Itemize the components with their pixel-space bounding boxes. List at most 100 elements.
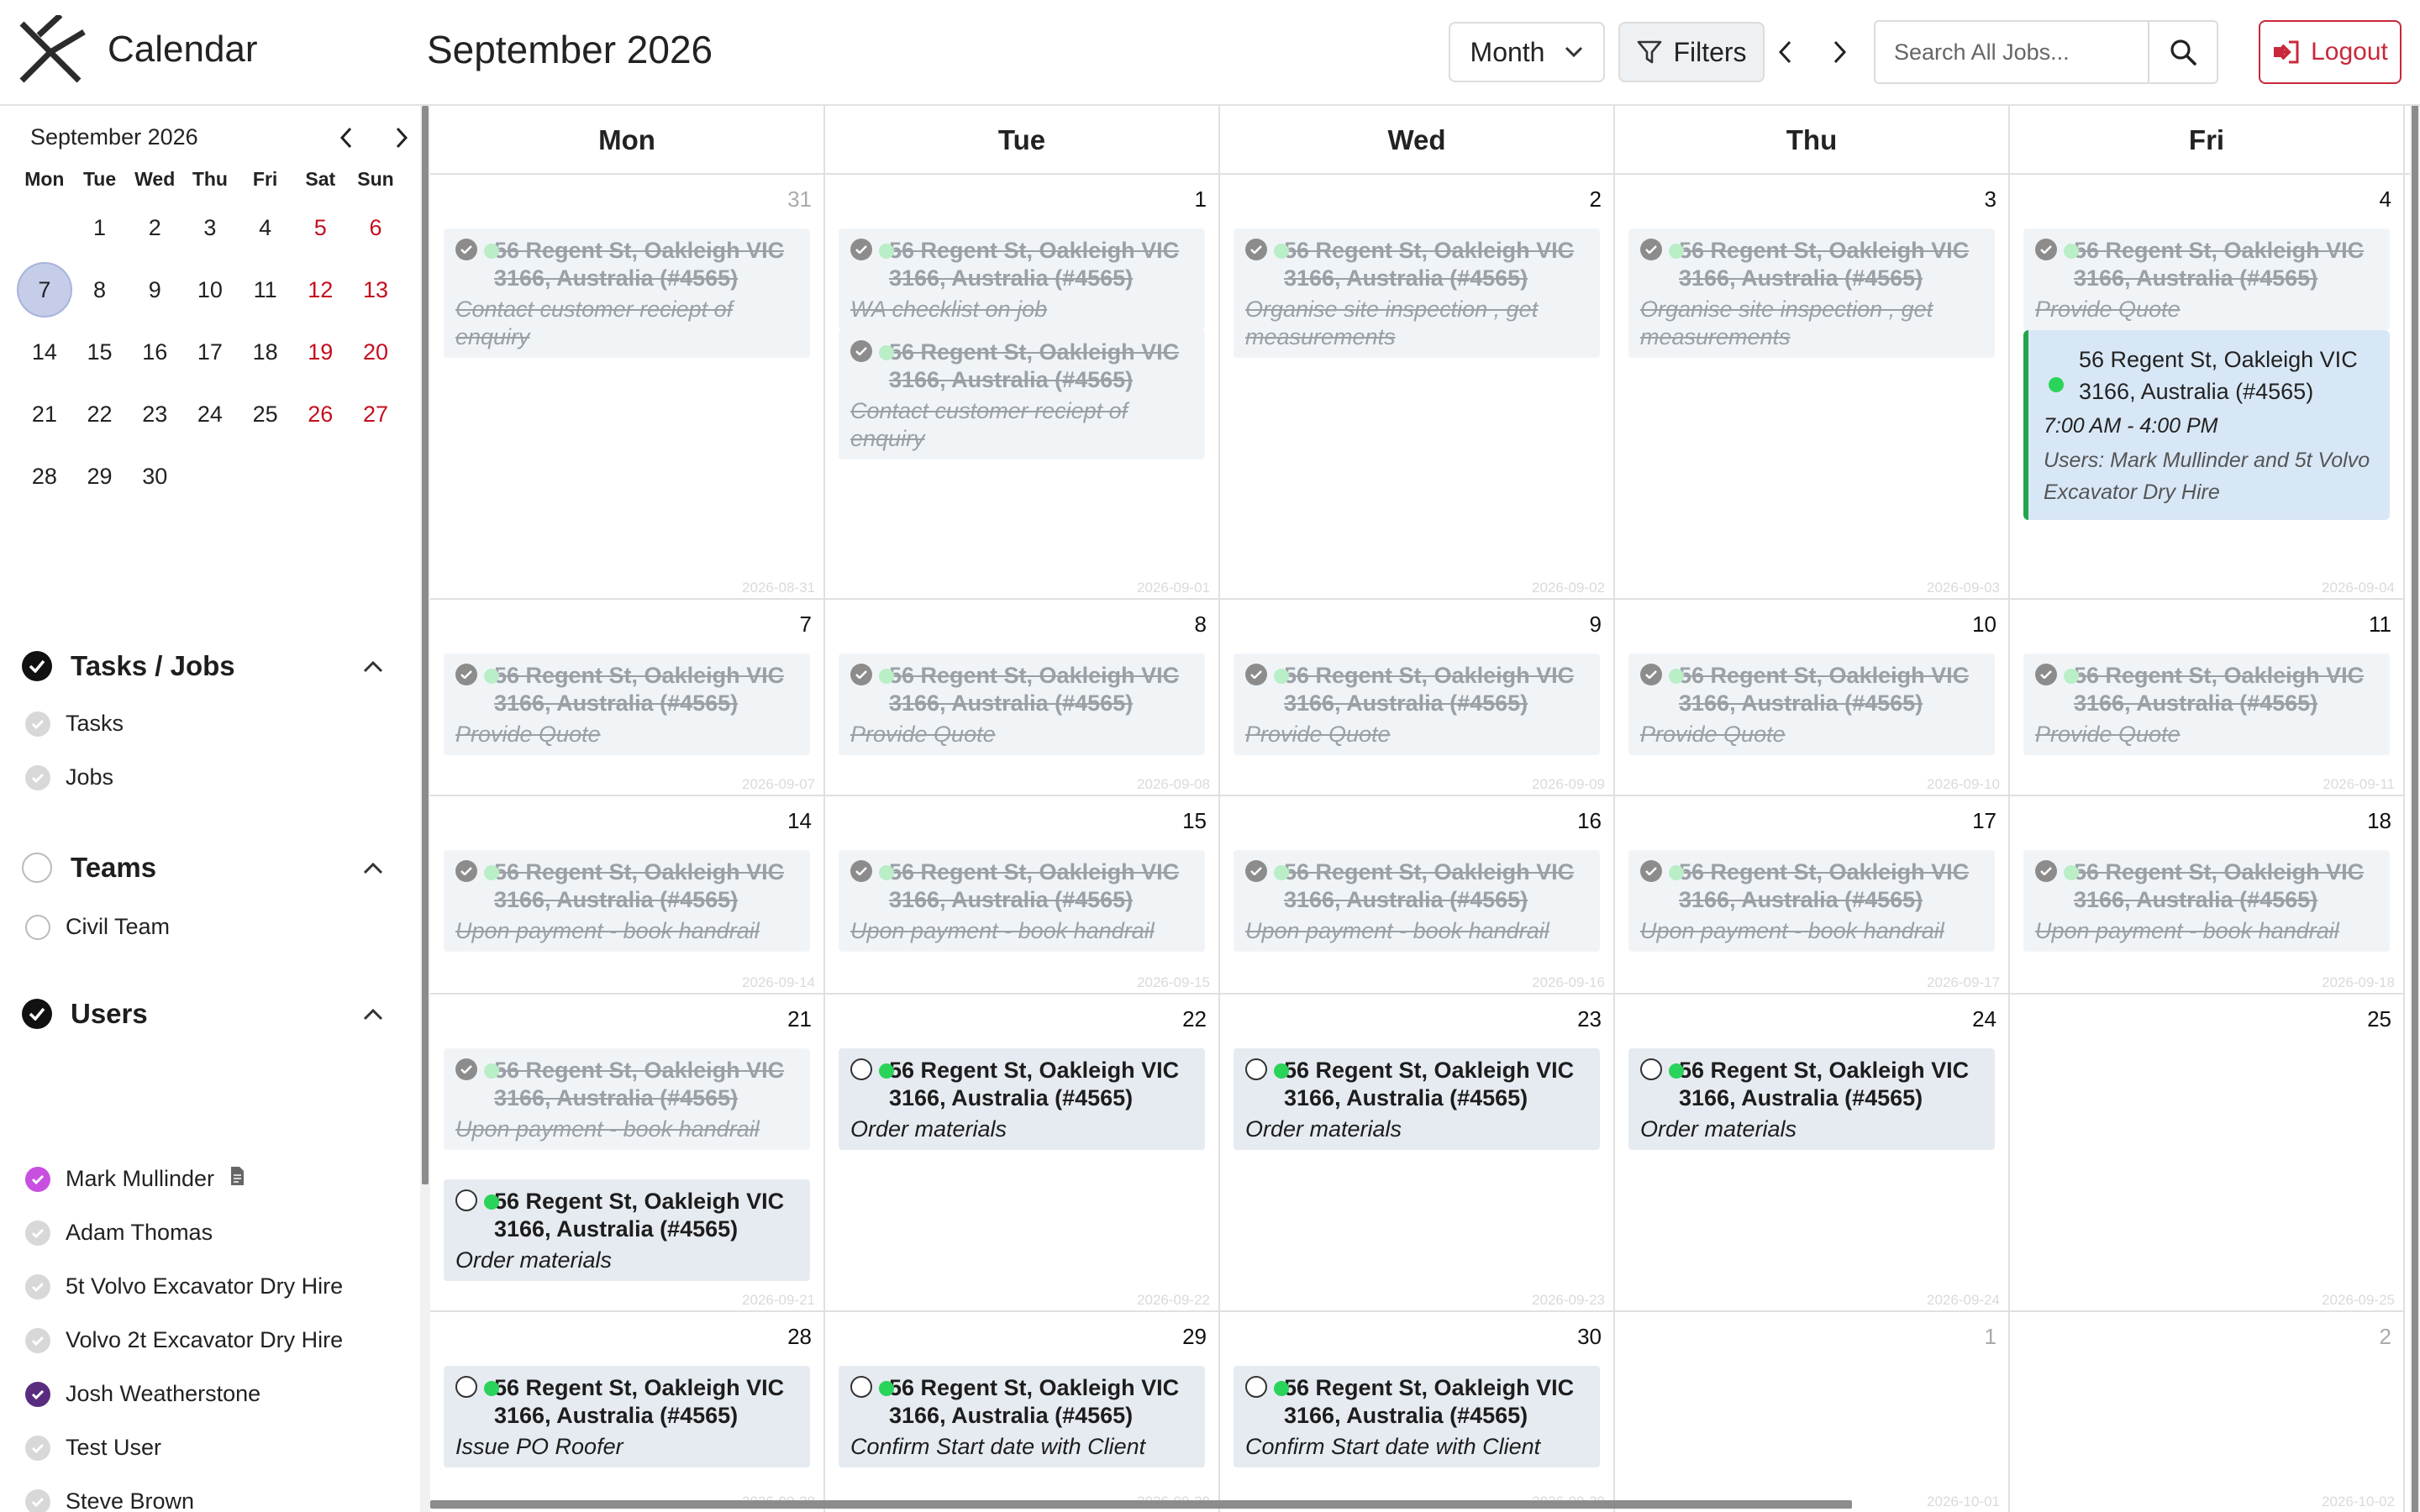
checked-circle-icon[interactable] [2035,860,2057,882]
checked-circle-icon[interactable] [25,1488,50,1512]
mini-day[interactable]: 4 [238,197,293,259]
checked-circle-icon[interactable] [25,764,50,790]
calendar-vertical-scrollbar[interactable] [2412,106,2418,1512]
mini-day[interactable]: 26 [292,383,348,445]
checked-circle-icon[interactable] [1245,239,1267,260]
mini-day[interactable]: 28 [17,445,72,507]
day-cell[interactable]: 1 2026-10-01 [1615,1312,2010,1512]
day-cell[interactable]: 18 2026-09-18 56 Regent St, Oakleigh VIC 3… [2010,796,2405,995]
collapse-tasks-jobs-button[interactable] [356,650,390,684]
completed-task-event[interactable]: 56 Regent St, Oakleigh VIC 3166, Austral… [444,850,810,952]
unchecked-circle-icon[interactable] [455,1189,477,1211]
day-cell[interactable]: 7 2026-09-07 56 Regent St, Oakleigh VIC 31… [430,600,825,796]
mini-day[interactable]: 10 [182,259,238,321]
next-month-button[interactable] [1822,34,1859,71]
completed-task-event[interactable]: 56 Regent St, Oakleigh VIC 3166, Austral… [2023,228,2390,330]
checked-circle-icon[interactable] [1640,664,1662,685]
filters-button[interactable]: Filters [1618,22,1765,82]
mini-day[interactable]: 5 [292,197,348,259]
sidebar-scrollbar[interactable] [422,106,429,1184]
mini-next-button[interactable] [385,121,418,155]
unchecked-circle-icon[interactable] [1245,1058,1267,1080]
user-filter-item[interactable]: Adam Thomas [25,1220,213,1246]
day-cell[interactable]: 21 2026-09-21 56 Regent St, Oakleigh VIC 3… [430,995,825,1312]
mini-day[interactable]: 18 [238,321,293,383]
mini-day[interactable]: 22 [72,383,128,445]
document-icon[interactable] [229,1166,245,1192]
checked-circle-icon[interactable] [25,711,50,737]
task-event[interactable]: 56 Regent St, Oakleigh VIC 3166, Austral… [444,1366,810,1467]
completed-task-event[interactable]: 56 Regent St, Oakleigh VIC 3166, Austral… [1234,654,1600,755]
completed-task-event[interactable]: 56 Regent St, Oakleigh VIC 3166, Austral… [1628,228,1995,358]
day-cell[interactable]: 31 2026-08-31 56 Regent St, Oakleigh VIC 3… [430,175,825,600]
mini-day[interactable]: 3 [182,197,238,259]
day-cell[interactable]: 302026-09-3056 Regent St, Oakleigh VIC 3… [1220,1312,1615,1512]
completed-task-event[interactable]: 56 Regent St, Oakleigh VIC 3166, Austral… [2023,850,2390,952]
mini-day[interactable]: 9 [127,259,182,321]
checked-circle-icon[interactable] [850,860,872,882]
day-cell[interactable]: 14 2026-09-14 56 Regent St, Oakleigh VIC 3… [430,796,825,995]
checked-circle-icon[interactable] [850,239,872,260]
day-cell[interactable]: 15 2026-09-15 56 Regent St, Oakleigh VIC 3… [825,796,1220,995]
unchecked-circle-icon[interactable] [1245,1376,1267,1398]
checked-circle-icon[interactable] [455,239,477,260]
task-event[interactable]: 56 Regent St, Oakleigh VIC 3166, Austral… [1234,1048,1600,1150]
task-event[interactable]: 56 Regent St, Oakleigh VIC 3166, Austral… [1234,1366,1600,1467]
completed-task-event[interactable]: 56 Regent St, Oakleigh VIC 3166, Austral… [444,1048,810,1150]
task-event[interactable]: 56 Regent St, Oakleigh VIC 3166, Austral… [444,1179,810,1281]
mini-day[interactable]: 11 [238,259,293,321]
completed-task-event[interactable]: 56 Regent St, Oakleigh VIC 3166, Austral… [444,228,810,358]
checked-circle-icon[interactable] [2035,239,2057,260]
checked-circle-icon[interactable] [22,651,52,681]
completed-task-event[interactable]: 56 Regent St, Oakleigh VIC 3166, Austral… [444,654,810,755]
teams-header[interactable]: Teams [22,852,156,884]
checked-circle-icon[interactable] [25,1273,50,1299]
filter-tasks[interactable]: Tasks [25,711,124,737]
search-input[interactable] [1876,22,2149,82]
unchecked-circle-icon[interactable] [1640,1058,1662,1080]
mini-day[interactable]: 6 [348,197,403,259]
mini-day[interactable]: 14 [17,321,72,383]
user-filter-item[interactable]: Test User [25,1435,161,1461]
day-cell[interactable]: 22 2026-09-22 56 Regent St, Oakleigh VIC 3… [825,995,1220,1312]
day-cell[interactable]: 25 2026-09-25 [2010,995,2405,1312]
search-button[interactable] [2148,22,2217,82]
day-cell[interactable]: 16 2026-09-16 56 Regent St, Oakleigh VIC 3… [1220,796,1615,995]
completed-task-event[interactable]: 56 Regent St, Oakleigh VIC 3166, Austral… [839,330,1205,459]
user-filter-item[interactable]: Mark Mullinder [25,1166,245,1192]
day-cell[interactable]: 1 2026-09-01 56 Regent St, Oakleigh VIC 31… [825,175,1220,600]
mini-day[interactable]: 16 [127,321,182,383]
unchecked-circle-icon[interactable] [850,1058,872,1080]
day-cell[interactable]: 2 2026-09-02 56 Regent St, Oakleigh VIC 31… [1220,175,1615,600]
unchecked-circle-icon[interactable] [850,1376,872,1398]
filter-team-civil[interactable]: Civil Team [25,914,170,940]
task-event[interactable]: 56 Regent St, Oakleigh VIC 3166, Austral… [839,1366,1205,1467]
day-cell[interactable]: 23 2026-09-23 56 Regent St, Oakleigh VIC 3… [1220,995,1615,1312]
mini-day[interactable]: 21 [17,383,72,445]
checked-circle-icon[interactable] [455,1058,477,1080]
user-filter-item[interactable]: Volvo 2t Excavator Dry Hire [25,1327,343,1353]
unchecked-circle-icon[interactable] [22,853,52,883]
checked-circle-icon[interactable] [25,1381,50,1407]
mini-day[interactable]: 19 [292,321,348,383]
user-filter-item[interactable]: 5t Volvo Excavator Dry Hire [25,1273,343,1299]
checked-circle-icon[interactable] [1640,239,1662,260]
day-cell[interactable]: 8 2026-09-08 56 Regent St, Oakleigh VIC 31… [825,600,1220,796]
day-cell[interactable]: 292026-09-2956 Regent St, Oakleigh VIC 3… [825,1312,1220,1512]
checked-circle-icon[interactable] [22,999,52,1029]
day-cell[interactable]: 10 2026-09-10 56 Regent St, Oakleigh VIC 3… [1615,600,2010,796]
mini-day[interactable]: 8 [72,259,128,321]
day-cell[interactable]: 9 2026-09-09 56 Regent St, Oakleigh VIC 31… [1220,600,1615,796]
day-cell[interactable]: 3 2026-09-03 56 Regent St, Oakleigh VIC 31… [1615,175,2010,600]
users-header[interactable]: Users [22,998,148,1030]
checked-circle-icon[interactable] [850,340,872,362]
mini-day[interactable]: 12 [292,259,348,321]
completed-task-event[interactable]: 56 Regent St, Oakleigh VIC 3166, Austral… [1628,850,1995,952]
mini-day[interactable]: 17 [182,321,238,383]
user-filter-item[interactable]: Josh Weatherstone [25,1381,260,1407]
collapse-users-button[interactable] [356,998,390,1032]
checked-circle-icon[interactable] [2035,664,2057,685]
day-cell[interactable]: 4 2026-09-04 56 Regent St, Oakleigh VIC 31… [2010,175,2405,600]
checked-circle-icon[interactable] [25,1435,50,1461]
prev-month-button[interactable] [1766,34,1803,71]
